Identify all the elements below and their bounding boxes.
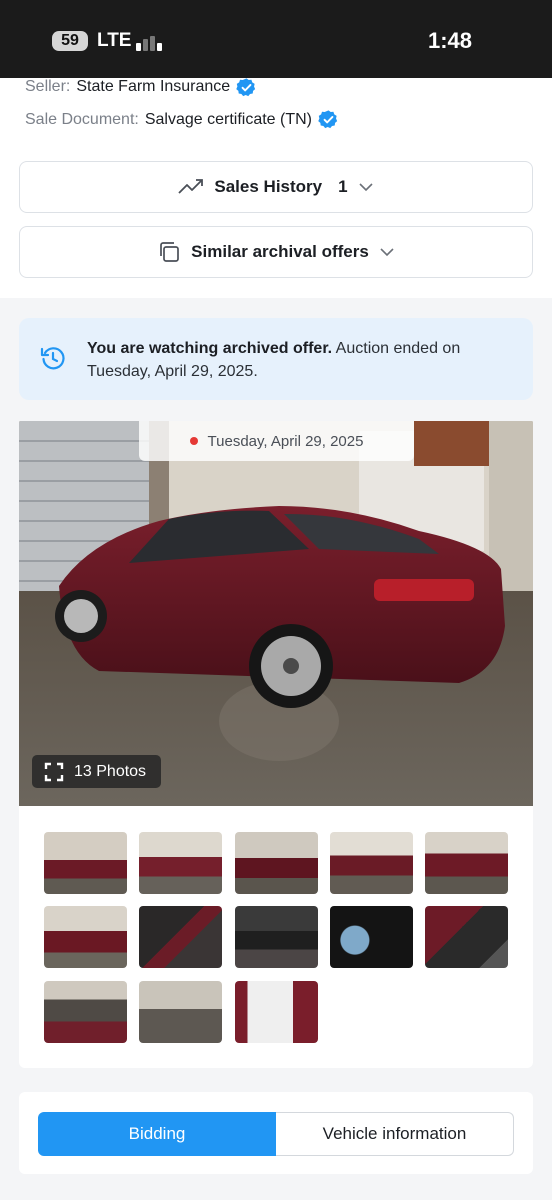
similar-offers-button[interactable]: Similar archival offers	[19, 226, 533, 278]
verified-badge-icon	[236, 77, 256, 96]
main-vehicle-photo[interactable]: Tuesday, April 29, 2025 13 Photos	[19, 421, 533, 806]
seller-value: State Farm Insurance	[76, 78, 231, 95]
photos-count-label: 13 Photos	[74, 762, 147, 780]
live-dot-icon	[189, 437, 198, 445]
thumb-side-left[interactable]	[139, 832, 222, 894]
photos-count-button[interactable]: 13 Photos	[32, 755, 161, 788]
archived-offer-text: You are watching archived offer. Auction…	[87, 337, 517, 383]
chevron-down-icon	[380, 248, 394, 257]
car-photo-image	[19, 421, 533, 806]
seller-row: Seller: State Farm Insurance	[25, 77, 257, 96]
tab-vehicle-information[interactable]: Vehicle information	[276, 1112, 514, 1156]
similar-offers-label: Similar archival offers	[191, 242, 369, 261]
tabs-card: Bidding Vehicle information	[19, 1092, 533, 1174]
network-type: LTE	[97, 30, 132, 51]
thumb-engine[interactable]	[44, 981, 127, 1043]
clock: 1:48	[427, 28, 472, 53]
history-icon	[40, 347, 65, 370]
sales-history-label: Sales History	[214, 177, 323, 196]
auction-date: Tuesday, April 29, 2025	[207, 432, 364, 450]
thumb-front-left[interactable]	[44, 832, 127, 894]
thumb-rear-left[interactable]	[235, 832, 318, 894]
sale-document-label: Sale Document:	[25, 110, 139, 128]
archived-offer-bold: You are watching archived offer.	[87, 340, 333, 357]
sales-history-button[interactable]: Sales History 1	[19, 161, 533, 213]
thumb-front[interactable]	[425, 832, 508, 894]
verified-badge-icon	[318, 110, 338, 129]
trending-up-icon	[178, 179, 204, 194]
thumb-parts[interactable]	[139, 981, 222, 1043]
sale-document-value: Salvage certificate (TN)	[144, 110, 313, 128]
sales-history-count: 1	[338, 177, 348, 196]
thumb-rear[interactable]	[44, 906, 127, 968]
fullscreen-icon	[44, 762, 64, 781]
thumb-interior-front[interactable]	[139, 906, 222, 968]
thumb-front-damaged[interactable]	[330, 832, 413, 894]
battery-indicator: 59	[52, 31, 88, 51]
seller-label: Seller:	[25, 78, 71, 95]
thumb-interior-rear[interactable]	[425, 906, 508, 968]
auction-date-chip: Tuesday, April 29, 2025	[139, 421, 414, 461]
thumb-label[interactable]	[235, 981, 318, 1043]
chevron-down-icon	[359, 183, 373, 192]
tab-bidding[interactable]: Bidding	[38, 1112, 276, 1156]
sale-document-row: Sale Document: Salvage certificate (TN)	[25, 109, 339, 130]
seller-card: Seller: State Farm Insurance Sale Docume…	[0, 77, 552, 298]
thumb-gauges[interactable]	[330, 906, 413, 968]
thumb-dashboard[interactable]	[235, 906, 318, 968]
signal-icon	[136, 33, 166, 51]
archived-offer-banner: You are watching archived offer. Auction…	[19, 318, 533, 400]
thumbnail-grid	[19, 806, 533, 1068]
copy-icon	[160, 242, 180, 262]
status-bar: 59 LTE 1:48	[0, 0, 552, 78]
